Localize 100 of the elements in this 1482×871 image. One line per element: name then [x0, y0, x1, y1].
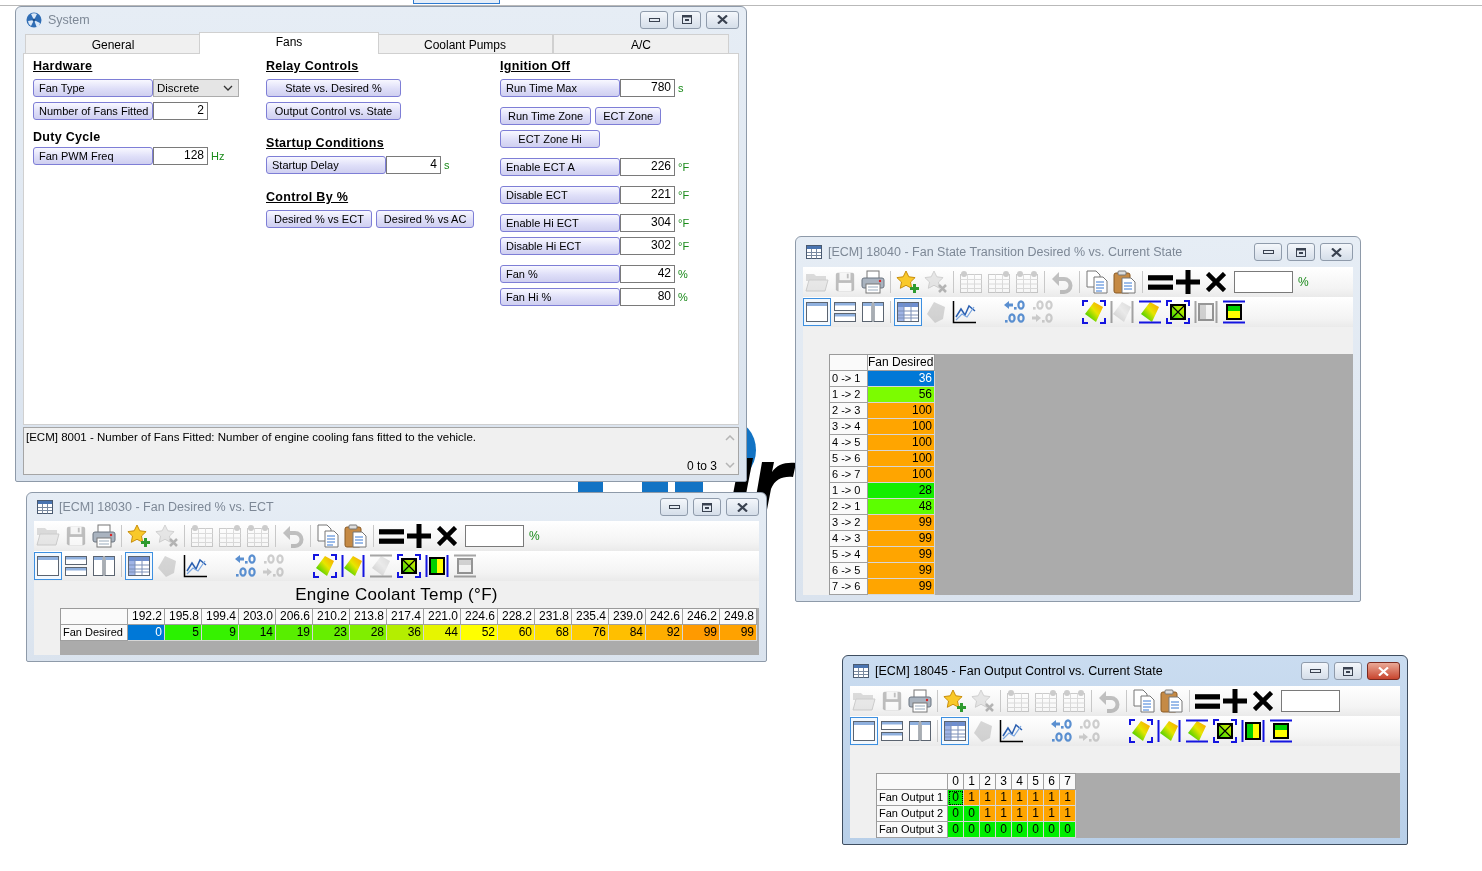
minimize-button[interactable] — [1301, 662, 1329, 680]
paste-button[interactable] — [1111, 268, 1139, 296]
table-cell[interactable]: 1 — [980, 806, 996, 822]
action-button[interactable]: Desired % vs AC — [375, 210, 475, 228]
add-value-button[interactable] — [405, 522, 433, 550]
table-cell[interactable]: 0 — [1044, 822, 1060, 838]
minimize-button[interactable] — [660, 498, 688, 516]
tab[interactable]: A/C — [553, 34, 729, 53]
table-cell[interactable]: 9 — [202, 625, 239, 641]
paste-button[interactable] — [1158, 687, 1186, 715]
chart-view-button[interactable] — [950, 298, 978, 326]
parameter-button[interactable]: Disable ECT — [500, 186, 620, 204]
table-cell[interactable]: 1 — [1044, 806, 1060, 822]
action-button[interactable]: Desired % vs ECT — [266, 210, 372, 228]
value-input-field[interactable] — [1281, 690, 1340, 712]
single-view-button[interactable] — [850, 717, 878, 745]
single-view-button[interactable] — [34, 552, 62, 580]
action-button[interactable]: State vs. Desired % — [266, 79, 401, 97]
table-cell[interactable]: 100 — [868, 451, 935, 467]
table-cell[interactable]: 100 — [868, 435, 935, 451]
add-favorite-button[interactable] — [941, 687, 969, 715]
table-cell[interactable]: 56 — [868, 387, 935, 403]
table-cell[interactable]: 0 — [1028, 822, 1044, 838]
action-button[interactable]: Run Time Zone — [500, 107, 592, 125]
table-cell[interactable]: 99 — [868, 531, 935, 547]
add-favorite-button[interactable] — [894, 268, 922, 296]
table-cell[interactable]: 14 — [239, 625, 276, 641]
bar-sides-button[interactable] — [1239, 717, 1267, 745]
table-cell[interactable]: 99 — [868, 547, 935, 563]
parameter-button[interactable]: Startup Delay — [266, 156, 386, 174]
table-cell[interactable]: 99 — [683, 625, 720, 641]
parameter-button[interactable]: Number of Fans Fitted — [33, 102, 153, 120]
table-cell[interactable]: 23 — [313, 625, 350, 641]
add-favorite-button[interactable] — [125, 522, 153, 550]
table-cell[interactable]: 44 — [424, 625, 461, 641]
table-cell[interactable]: 1 — [1044, 790, 1060, 806]
scale-sides-button[interactable] — [1155, 717, 1183, 745]
crossed-box-button[interactable] — [395, 552, 423, 580]
value-field[interactable]: 780 — [620, 79, 675, 97]
maximize-button[interactable] — [693, 498, 721, 516]
value-field[interactable]: 4 — [386, 156, 441, 174]
minimize-button[interactable] — [640, 10, 668, 29]
paste-button[interactable] — [342, 522, 370, 550]
scale-all-button[interactable] — [1080, 298, 1108, 326]
chart-view-button[interactable] — [997, 717, 1025, 745]
table-cell[interactable]: 100 — [868, 419, 935, 435]
parameter-button[interactable]: Enable Hi ECT — [500, 214, 620, 232]
maximize-button[interactable] — [1334, 662, 1362, 680]
parameter-button[interactable]: Fan Type — [33, 79, 153, 97]
parameter-button[interactable]: Disable Hi ECT — [500, 237, 620, 255]
value-field[interactable]: 304 — [620, 214, 675, 232]
value-field[interactable]: 226 — [620, 158, 675, 176]
value-field[interactable]: 302 — [620, 237, 675, 255]
table-cell[interactable]: 100 — [868, 403, 935, 419]
table-cell[interactable]: 76 — [572, 625, 609, 641]
dropdown[interactable]: Discrete — [153, 79, 239, 97]
table-cell[interactable]: 1 — [1060, 806, 1076, 822]
add-value-button[interactable] — [1221, 687, 1249, 715]
bar-sides-button[interactable] — [423, 552, 451, 580]
crossed-box-button[interactable] — [1211, 717, 1239, 745]
table-cell[interactable]: 0 — [980, 822, 996, 838]
value-input-field[interactable] — [465, 525, 524, 547]
table-cell[interactable]: 0 — [948, 822, 964, 838]
print-button[interactable] — [90, 522, 118, 550]
table-cell[interactable]: 1 — [1028, 806, 1044, 822]
parameter-button[interactable]: Enable ECT A — [500, 158, 620, 176]
scale-all-button[interactable] — [1127, 717, 1155, 745]
table-cell[interactable]: 19 — [276, 625, 313, 641]
table-cell[interactable]: 99 — [868, 579, 935, 595]
scale-sides-button[interactable] — [339, 552, 367, 580]
table-cell[interactable]: 0 — [948, 806, 964, 822]
maximize-button[interactable] — [673, 10, 701, 29]
bar-top-bottom-button[interactable] — [1267, 717, 1295, 745]
table-cell[interactable]: 5 — [165, 625, 202, 641]
table-cell[interactable]: 0 — [996, 822, 1012, 838]
table-cell[interactable]: 0 — [1060, 822, 1076, 838]
scale-all-button[interactable] — [311, 552, 339, 580]
table-cell[interactable]: 48 — [868, 499, 935, 515]
table-cell[interactable]: 1 — [980, 790, 996, 806]
table-cell[interactable]: 1 — [1012, 806, 1028, 822]
action-button[interactable]: ECT Zone — [595, 107, 662, 125]
table-cell[interactable]: 1 — [1012, 790, 1028, 806]
table-cell[interactable]: 0 — [964, 806, 980, 822]
table-cell[interactable]: 68 — [535, 625, 572, 641]
action-button[interactable]: Output Control vs. State — [266, 102, 401, 120]
table-cell[interactable]: 0 — [964, 822, 980, 838]
table-cell[interactable]: 92 — [646, 625, 683, 641]
value-field[interactable]: 2 — [153, 102, 208, 120]
print-button[interactable] — [859, 268, 887, 296]
action-button[interactable]: ECT Zone Hi — [500, 130, 600, 148]
maximize-button[interactable] — [1287, 243, 1315, 261]
bar-top-bottom-button[interactable] — [1220, 298, 1248, 326]
close-button[interactable] — [706, 10, 739, 29]
value-field[interactable]: 128 — [153, 147, 208, 165]
single-view-button[interactable] — [803, 298, 831, 326]
value-input-field[interactable] — [1234, 271, 1293, 293]
table-cell[interactable]: 1 — [996, 806, 1012, 822]
tab[interactable]: Fans — [199, 32, 379, 54]
parameter-button[interactable]: Fan % — [500, 265, 620, 283]
close-button[interactable] — [1320, 243, 1353, 261]
